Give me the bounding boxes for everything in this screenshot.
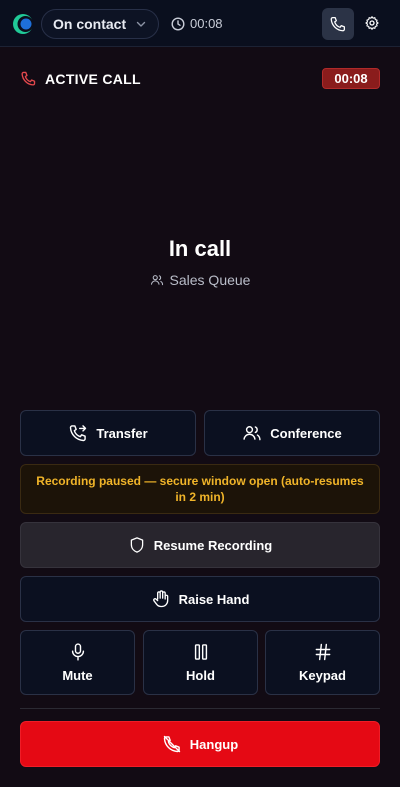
hash-icon bbox=[313, 642, 333, 662]
phone-off-icon bbox=[162, 734, 182, 754]
phone-button[interactable] bbox=[322, 8, 354, 40]
mic-icon bbox=[68, 642, 88, 662]
phone-forward-icon bbox=[68, 423, 88, 443]
softphone-app: On contact 00:08 ACTIVE CALL 00:08 In ca… bbox=[0, 0, 400, 787]
chevron-down-icon bbox=[136, 19, 146, 29]
resume-recording-button[interactable]: Resume Recording bbox=[20, 522, 380, 568]
phone-icon bbox=[329, 15, 347, 33]
mute-button[interactable]: Mute bbox=[20, 630, 135, 695]
session-timer-value: 00:08 bbox=[190, 16, 223, 31]
active-call-header: ACTIVE CALL bbox=[20, 70, 141, 87]
queue-name: Sales Queue bbox=[169, 272, 251, 288]
raise-hand-label: Raise Hand bbox=[178, 591, 250, 607]
clock-icon bbox=[171, 16, 185, 31]
recording-paused-notice: Recording paused — secure window open (a… bbox=[20, 464, 380, 514]
hold-label: Hold bbox=[186, 668, 215, 683]
conference-label: Conference bbox=[270, 425, 342, 441]
users-icon bbox=[150, 273, 164, 287]
raise-hand-button[interactable]: Raise Hand bbox=[20, 576, 380, 622]
call-timer-badge: 00:08 bbox=[322, 68, 380, 89]
top-bar: On contact 00:08 bbox=[0, 0, 400, 47]
status-label: On contact bbox=[53, 16, 127, 32]
hangup-label: Hangup bbox=[189, 736, 239, 752]
phone-red-icon bbox=[20, 70, 37, 87]
call-state-title: In call bbox=[168, 236, 232, 261]
queue-info: Sales Queue bbox=[0, 272, 400, 288]
hold-button[interactable]: Hold bbox=[143, 630, 258, 695]
pause-icon bbox=[191, 642, 211, 662]
transfer-label: Transfer bbox=[96, 425, 148, 441]
status-dropdown[interactable]: On contact bbox=[41, 9, 159, 39]
shield-icon bbox=[128, 536, 146, 554]
transfer-button[interactable]: Transfer bbox=[20, 410, 196, 456]
divider bbox=[20, 708, 380, 709]
session-timer: 00:08 bbox=[171, 16, 223, 31]
gear-icon bbox=[364, 15, 380, 31]
hand-icon bbox=[151, 589, 171, 609]
active-call-label: ACTIVE CALL bbox=[45, 70, 141, 87]
mute-label: Mute bbox=[62, 668, 93, 683]
settings-button[interactable] bbox=[362, 13, 382, 33]
keypad-label: Keypad bbox=[299, 668, 346, 683]
resume-recording-label: Resume Recording bbox=[153, 537, 273, 553]
conference-button[interactable]: Conference bbox=[204, 410, 380, 456]
hangup-button[interactable]: Hangup bbox=[20, 721, 380, 767]
users-icon bbox=[242, 423, 262, 443]
keypad-button[interactable]: Keypad bbox=[265, 630, 380, 695]
app-logo bbox=[12, 13, 34, 35]
